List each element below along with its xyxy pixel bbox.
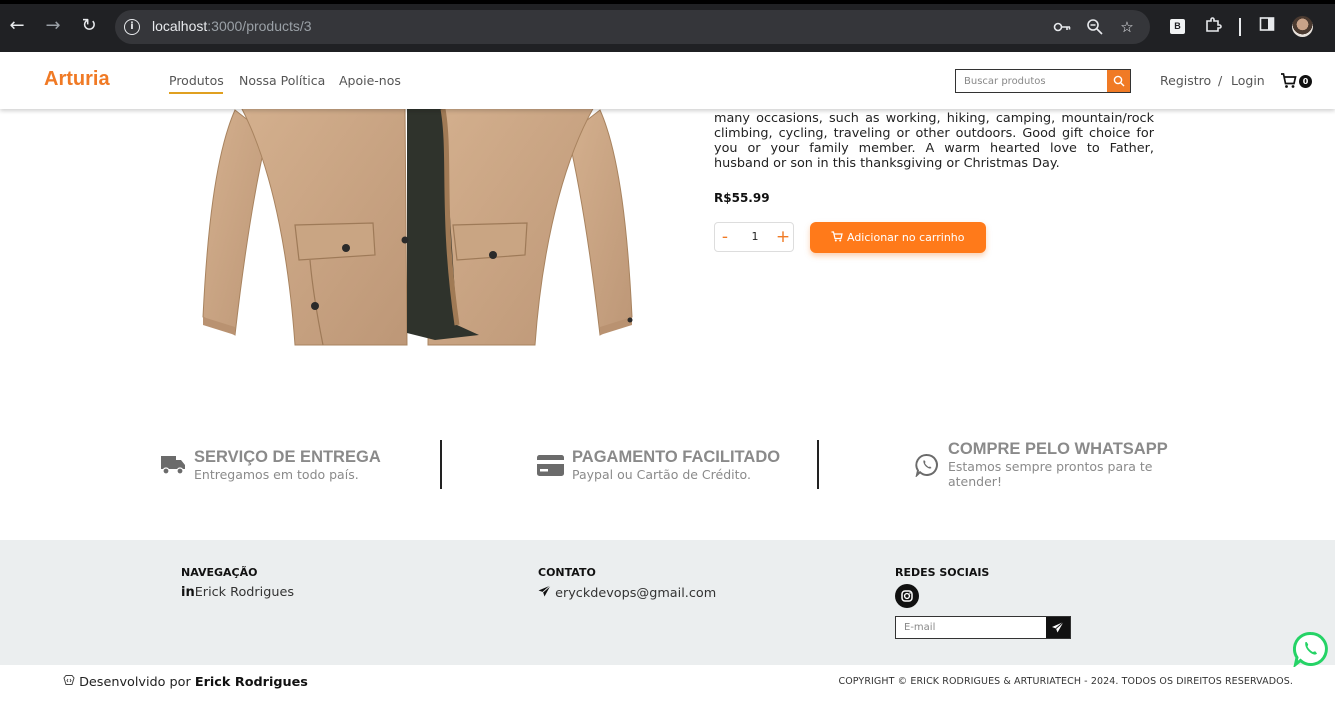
whatsapp-float-button[interactable] xyxy=(1293,631,1329,667)
feature-divider xyxy=(440,440,442,489)
nav-nossa-politica[interactable]: Nossa Política xyxy=(239,73,325,88)
credit-card-icon xyxy=(537,455,564,476)
linkedin-icon: in xyxy=(181,585,195,600)
side-panel-icon[interactable] xyxy=(1259,16,1275,37)
search-box xyxy=(955,69,1131,93)
url-host: localhost xyxy=(152,18,208,34)
search-button[interactable] xyxy=(1107,70,1130,92)
profile-avatar[interactable] xyxy=(1292,16,1313,37)
footer-navigation-link-label: Erick Rodrigues xyxy=(194,585,294,600)
login-link[interactable]: Login xyxy=(1231,73,1265,88)
extensions-puzzle-icon[interactable] xyxy=(1204,16,1222,39)
url-path: :3000/products/3 xyxy=(207,18,312,34)
feature-title: PAGAMENTO FACILITADO xyxy=(572,448,781,466)
key-icon[interactable] xyxy=(1052,17,1072,37)
developed-by: Desenvolvido por Erick Rodrigues xyxy=(63,674,308,690)
copyright-text: COPYRIGHT © ERICK RODRIGUES & ARTURIATEC… xyxy=(838,676,1293,687)
footer-navigation-link[interactable]: inErick Rodrigues xyxy=(181,585,294,600)
whatsapp-icon xyxy=(915,454,938,477)
product-description: many occasions, such as working, hiking,… xyxy=(714,111,1154,171)
code-icon xyxy=(63,675,75,685)
search-icon xyxy=(1113,75,1124,87)
feature-divider xyxy=(817,440,819,489)
search-input[interactable] xyxy=(956,70,1107,92)
footer-social-heading: REDES SOCIAIS xyxy=(895,566,990,579)
developed-by-label: Desenvolvido por xyxy=(79,675,191,690)
product-image xyxy=(202,104,633,346)
add-to-cart-label: Adicionar no carrinho xyxy=(846,231,965,244)
paper-plane-icon xyxy=(1052,621,1064,633)
footer-contact-email-text: eryckdevops@gmail.com xyxy=(555,586,717,601)
tab-strip xyxy=(0,0,1335,4)
browser-chrome: ← → ↻ i localhost:3000/products/3 ☆ B xyxy=(0,0,1335,52)
cart-button[interactable]: 0 xyxy=(1280,71,1314,91)
feature-subtitle: Paypal ou Cartão de Crédito. xyxy=(572,467,751,482)
zoom-icon[interactable] xyxy=(1085,17,1105,37)
nav-active-underline xyxy=(169,92,223,94)
newsletter-form xyxy=(895,616,1071,639)
footer: NAVEGAÇÃO inErick Rodrigues CONTATO eryc… xyxy=(0,540,1335,665)
nav-produtos[interactable]: Produtos xyxy=(169,73,224,88)
instagram-icon[interactable] xyxy=(895,584,919,608)
feature-title: SERVIÇO DE ENTREGA xyxy=(194,448,381,466)
toolbar-separator xyxy=(1239,18,1241,36)
increment-button[interactable]: + xyxy=(773,226,793,248)
nav-apoie-nos[interactable]: Apoie-nos xyxy=(339,73,401,88)
reload-icon[interactable]: ↻ xyxy=(78,15,100,37)
site-header: Arturia Produtos Nossa Política Apoie-no… xyxy=(0,52,1335,109)
feature-subtitle: Estamos sempre prontos para te atender! xyxy=(948,459,1153,489)
register-link[interactable]: Registro xyxy=(1160,73,1211,88)
quantity-value[interactable]: 1 xyxy=(743,230,767,243)
url-text[interactable]: localhost:3000/products/3 xyxy=(152,18,312,34)
quantity-stepper: - 1 + xyxy=(714,222,794,252)
product-price: R$55.99 xyxy=(714,191,770,205)
newsletter-submit-button[interactable] xyxy=(1046,617,1070,638)
footer-navigation-heading: NAVEGAÇÃO xyxy=(181,566,258,579)
cart-small-icon xyxy=(831,231,847,244)
auth-separator: / xyxy=(1218,73,1223,88)
site-info-icon[interactable]: i xyxy=(124,19,140,35)
site-logo[interactable]: Arturia xyxy=(44,68,110,91)
bottom-bar: Desenvolvido por Erick Rodrigues COPYRIG… xyxy=(0,665,1335,701)
truck-icon xyxy=(161,456,185,475)
extension-b-icon[interactable]: B xyxy=(1170,19,1185,34)
send-icon xyxy=(538,585,551,597)
add-to-cart-button[interactable]: Adicionar no carrinho xyxy=(810,222,986,253)
bookmark-star-icon[interactable]: ☆ xyxy=(1117,17,1137,37)
footer-contact-heading: CONTATO xyxy=(538,566,596,579)
cart-icon xyxy=(1281,73,1297,88)
back-icon[interactable]: ← xyxy=(6,15,28,37)
address-bar[interactable]: i localhost:3000/products/3 ☆ xyxy=(115,10,1150,44)
decrement-button[interactable]: - xyxy=(715,226,735,248)
forward-icon[interactable]: → xyxy=(42,15,64,37)
developer-name: Erick Rodrigues xyxy=(194,675,308,690)
feature-subtitle: Entregamos em todo país. xyxy=(194,467,359,482)
cart-count-badge: 0 xyxy=(1299,75,1312,88)
feature-title: COMPRE PELO WHATSAPP xyxy=(948,440,1168,458)
footer-contact-email[interactable]: eryckdevops@gmail.com xyxy=(538,585,716,601)
newsletter-email-input[interactable] xyxy=(896,617,1046,638)
